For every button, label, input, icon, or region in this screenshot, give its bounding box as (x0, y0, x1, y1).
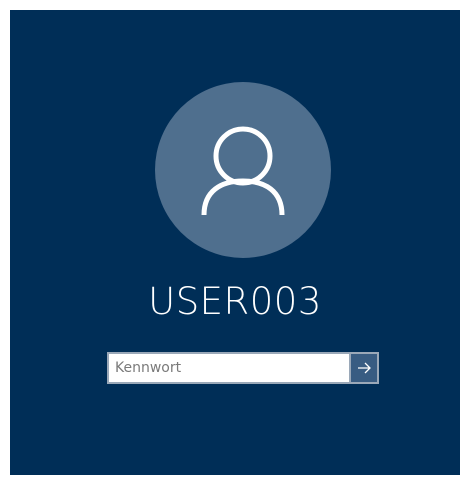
user-silhouette-icon (201, 126, 285, 216)
submit-button[interactable] (349, 352, 379, 384)
user-avatar (155, 82, 331, 258)
lock-screen: USER003 (10, 10, 460, 475)
arrow-right-icon (358, 362, 371, 374)
username-label: USER003 (148, 280, 322, 323)
password-box (107, 352, 379, 384)
password-input[interactable] (107, 352, 349, 384)
